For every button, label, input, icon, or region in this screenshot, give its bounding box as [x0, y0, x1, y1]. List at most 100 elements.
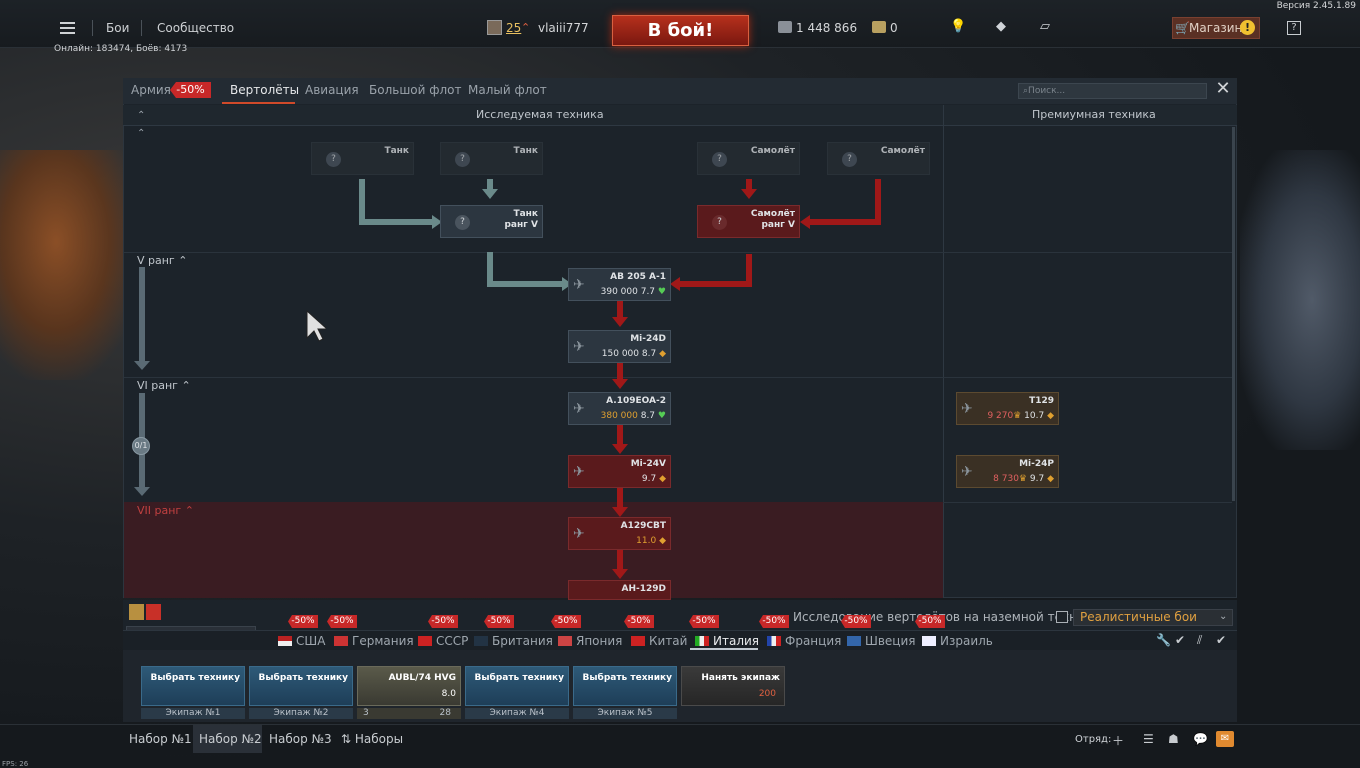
nation-france[interactable]: Франция [785, 634, 841, 648]
research-on-ground-checkbox[interactable] [1056, 611, 1068, 623]
unknown-plane-card[interactable]: ? Самолёт [827, 142, 930, 175]
background-blur [0, 150, 140, 380]
rank-icon: ⌃ [521, 21, 531, 34]
avatar[interactable] [487, 20, 502, 35]
diamond-icon[interactable]: ◆ [994, 20, 1008, 34]
crew-slot[interactable]: Выбрать технику [141, 666, 245, 706]
nation-usa[interactable]: США [296, 634, 325, 648]
nav-battles[interactable]: Бои [106, 21, 129, 35]
preset-3[interactable]: Набор №3 [269, 732, 332, 746]
flag-ussr-icon [418, 636, 432, 646]
premium-card-t129[interactable]: ✈ T129 9 270♛ 10.7 ◆ [956, 392, 1059, 425]
silver-amount[interactable]: 1 448 866 [796, 21, 857, 35]
crew-count: 3 [363, 708, 369, 718]
chat-icon[interactable]: 💬 [1193, 732, 1208, 746]
tab-active-underline [222, 102, 295, 104]
list-icon[interactable]: ☰ [1143, 732, 1154, 746]
player-level: 25 [506, 21, 522, 35]
helicopter-icon: ✈ [961, 464, 973, 480]
divider [141, 20, 142, 36]
helicopter-icon: ✈ [573, 401, 585, 417]
vehicle-card-mi24v[interactable]: ✈ Mi-24V 9.7 ◆ [568, 455, 671, 488]
crew-slot-label: Экипаж №4 [465, 708, 569, 719]
battle-button[interactable]: В бой! [612, 15, 749, 46]
nation-italy[interactable]: Италия [713, 634, 759, 648]
nation-israel[interactable]: Израиль [940, 634, 993, 648]
discount-badge-icon[interactable] [146, 604, 161, 620]
crew-badge-icon[interactable] [129, 604, 144, 620]
version-label: Версия 2.45.1.89 [1276, 1, 1356, 11]
helicopter-icon: ✈ [573, 277, 585, 293]
wrench-icon[interactable]: 🔧 [1156, 633, 1171, 647]
cart-icon: 🛒 [1175, 21, 1190, 35]
nation-discount: -50% [841, 615, 871, 628]
vehicle-card-ab205[interactable]: ✈ AB 205 A-1 390 000 7.7 ♥ [568, 268, 671, 301]
arrow-plane-to-ab205 [680, 254, 752, 287]
golden-eagles-icon [872, 21, 886, 33]
unknown-tank-card[interactable]: ? Танк [311, 142, 414, 175]
nav-community[interactable]: Сообщество [157, 21, 234, 35]
nation-ussr[interactable]: СССР [436, 634, 468, 648]
collapse-all-icon[interactable]: ⌃ [137, 110, 145, 121]
crew-slot[interactable]: Выбрать технику [573, 666, 677, 706]
game-mode-select[interactable]: Реалистичные бои [1073, 609, 1233, 626]
checkmark-icon[interactable]: ✔ [1175, 633, 1185, 647]
friends-icon[interactable]: ☗ [1168, 732, 1179, 746]
tab-aviation[interactable]: Авиация [305, 83, 359, 97]
question-icon: ? [842, 152, 857, 167]
tab-army[interactable]: Армия [131, 83, 171, 97]
nation-discount: -50% [915, 615, 945, 628]
hire-crew-slot[interactable]: Нанять экипаж 200 [681, 666, 785, 706]
tab-coastal-fleet[interactable]: Малый флот [468, 83, 547, 97]
ammo-icon[interactable]: ⫽ [1197, 633, 1202, 648]
preset-1[interactable]: Набор №1 [129, 732, 192, 746]
divider [92, 20, 93, 36]
close-icon[interactable]: ✕ [1215, 80, 1231, 98]
unknown-plane-card[interactable]: ? Самолёт [697, 142, 800, 175]
preset-2[interactable]: Набор №2 [199, 732, 262, 746]
plane-rank5-card[interactable]: ? Самолёт ранг V [697, 205, 800, 238]
nation-britain[interactable]: Британия [492, 634, 553, 648]
plus-icon[interactable]: ＋ [1112, 732, 1124, 749]
scrollbar[interactable] [1232, 127, 1235, 501]
tank-rank5-card[interactable]: ? Танк ранг V [440, 205, 543, 238]
nation-discount: -50% [759, 615, 789, 628]
nation-china[interactable]: Китай [649, 634, 687, 648]
nation-discount: -50% [484, 615, 514, 628]
ticket-icon[interactable]: ▱ [1038, 20, 1052, 34]
crew-slot[interactable]: Выбрать технику [249, 666, 353, 706]
research-on-ground-label: Исследование вертолётов на наземной техн… [793, 610, 1100, 624]
nation-sweden[interactable]: Швеция [865, 634, 915, 648]
warning-icon[interactable]: ! [1240, 20, 1255, 35]
gold-amount[interactable]: 0 [890, 21, 898, 35]
premium-card-mi24p[interactable]: ✈ Mi-24P 8 730♛ 9.7 ◆ [956, 455, 1059, 488]
mail-icon[interactable]: ✉ [1216, 731, 1234, 747]
presets-menu[interactable]: ⇅ Наборы [341, 732, 403, 746]
tab-bluewater-fleet[interactable]: Большой флот [369, 83, 462, 97]
crew-slot[interactable]: Выбрать технику [465, 666, 569, 706]
arrow-tank-to-ab205 [487, 252, 562, 287]
nation-discount: -50% [689, 615, 719, 628]
vehicle-card-a129cbt[interactable]: ✈ A129CBT 11.0 ◆ [568, 517, 671, 550]
flag-britain-icon [474, 636, 488, 646]
nation-germany[interactable]: Германия [352, 634, 414, 648]
lightbulb-icon[interactable]: 💡 [950, 20, 966, 34]
checkmark-icon[interactable]: ✔ [1216, 633, 1226, 647]
search-input[interactable]: ⌕Поиск... [1018, 83, 1207, 99]
vehicle-card-a109[interactable]: ✈ A.109EOA-2 380 000 8.7 ♥ [568, 392, 671, 425]
help-icon[interactable]: ? [1287, 21, 1301, 35]
arrow-plane-right [810, 179, 881, 225]
tab-helicopters[interactable]: Вертолёты [230, 83, 299, 97]
vehicle-card-mi24d[interactable]: ✈ Mi-24D 150 000 8.7 ◆ [568, 330, 671, 363]
player-name[interactable]: vlaiii777 [538, 21, 589, 35]
question-icon: ? [455, 152, 470, 167]
unknown-tank-card[interactable]: ? Танк [440, 142, 543, 175]
vehicle-card-ah129d[interactable]: AH-129D [568, 580, 671, 600]
question-icon: ? [326, 152, 341, 167]
chevron-down-icon[interactable]: ⌄ [1219, 611, 1227, 622]
nation-japan[interactable]: Япония [576, 634, 622, 648]
fps-counter: FPS: 26 [2, 760, 29, 768]
research-header: Исследуемая техника [476, 108, 604, 121]
crew-slot-selected[interactable]: AUBL/74 HVG 8.0 [357, 666, 461, 706]
menu-icon[interactable] [60, 22, 75, 34]
